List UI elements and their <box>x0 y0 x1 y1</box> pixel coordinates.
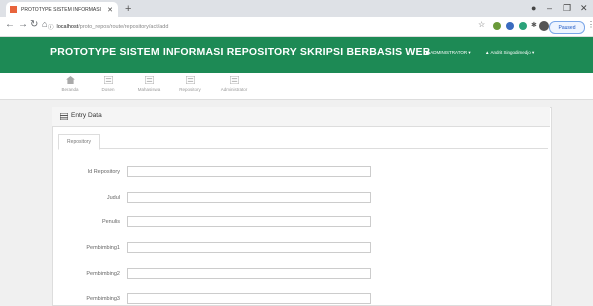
nav-item-label: Dosen <box>101 87 115 92</box>
user-label: Andrit Singodimedjo <box>490 50 531 55</box>
field-label-pembimbing2: Pembimbing2 <box>86 271 120 277</box>
browser-tab[interactable]: PROTOTYPE SISTEM INFORMASI ✕ <box>6 2 118 17</box>
admin-menu[interactable]: ▣ ADMINISTRATOR ▾ <box>425 50 471 56</box>
list-icon <box>229 76 239 84</box>
extension-icon[interactable] <box>493 22 501 30</box>
panel-title: Entry Data <box>71 112 102 119</box>
nav-item-beranda[interactable]: Beranda <box>51 76 89 98</box>
nav-item-repository[interactable]: Repository <box>171 76 209 98</box>
avatar[interactable] <box>539 21 549 31</box>
paused-button[interactable]: Paused <box>549 21 585 34</box>
id-repository-input[interactable] <box>127 166 371 177</box>
nav-item-label: Repository <box>179 87 201 92</box>
field-label-pembimbing1: Pembimbing1 <box>86 245 120 251</box>
close-tab-icon[interactable]: ✕ <box>107 6 113 14</box>
new-tab-icon[interactable]: + <box>125 3 131 15</box>
paused-label: Paused <box>558 24 576 31</box>
info-icon: ⓘ <box>48 24 54 31</box>
url-path: /proto_repos/route/repository/act/add <box>78 23 169 30</box>
nav-item-mahasiswa[interactable]: Mahasiswa <box>130 76 168 98</box>
extensions-puzzle-icon[interactable]: ✱ <box>531 21 537 29</box>
window-close-icon[interactable]: ✕ <box>580 3 588 14</box>
address-bar[interactable]: ⓘ localhost /proto_repos/route/repositor… <box>48 20 468 33</box>
field-label-penulis: Penulis <box>101 219 120 225</box>
user-icon: ▲ <box>485 50 490 55</box>
minimize-icon[interactable]: – <box>547 3 552 13</box>
list-icon <box>185 76 195 84</box>
home-icon[interactable]: ⌂ <box>42 19 47 29</box>
admin-icon: ▣ <box>425 50 430 55</box>
nav-item-label: Administrator <box>220 87 248 92</box>
nav-item-dosen[interactable]: Dosen <box>89 76 127 98</box>
penulis-input[interactable] <box>127 216 371 227</box>
chevron-down-icon: ▾ <box>532 50 535 55</box>
browser-tab-title: PROTOTYPE SISTEM INFORMASI <box>21 6 101 13</box>
menu-kebab-icon[interactable]: ⋮ <box>587 20 593 29</box>
table-icon <box>60 113 68 120</box>
chevron-down-icon: ▾ <box>468 50 471 55</box>
nav-item-administrator[interactable]: Administrator <box>215 76 253 98</box>
url-host: localhost <box>56 23 79 30</box>
list-icon <box>103 76 113 84</box>
maximize-icon[interactable]: ❐ <box>563 3 571 14</box>
judul-input[interactable] <box>127 192 371 203</box>
tab-divider <box>58 148 548 149</box>
user-menu[interactable]: ▲ Andrit Singodimedjo ▾ <box>485 50 534 56</box>
field-label-judul: Judul <box>106 195 120 201</box>
bookmark-star-icon[interactable]: ☆ <box>478 20 485 29</box>
home-icon <box>65 76 75 84</box>
nav-item-label: Mahasiswa <box>137 87 161 92</box>
admin-label: ADMINISTRATOR <box>430 50 468 55</box>
pembimbing1-input[interactable] <box>127 242 371 253</box>
favicon-icon <box>10 6 17 13</box>
profile-dot-icon[interactable]: ● <box>531 3 536 13</box>
forward-icon[interactable]: → <box>18 19 28 30</box>
field-label-pembimbing3: Pembimbing3 <box>86 296 120 302</box>
extension-icon[interactable] <box>519 22 527 30</box>
list-icon <box>144 76 154 84</box>
app-title[interactable]: PROTOTYPE SISTEM INFORMASI REPOSITORY SK… <box>50 46 431 58</box>
pembimbing2-input[interactable] <box>127 268 371 279</box>
back-icon[interactable]: ← <box>5 19 15 30</box>
tab-repository[interactable]: Repository <box>58 134 100 150</box>
nav-item-label: Beranda <box>61 87 79 92</box>
reload-icon[interactable]: ↻ <box>30 19 38 30</box>
tab-label: Repository <box>67 139 91 145</box>
field-label-id-repository: Id Repository <box>87 169 120 175</box>
panel-header <box>52 107 550 127</box>
pembimbing3-input[interactable] <box>127 293 371 304</box>
extension-icon[interactable] <box>506 22 514 30</box>
